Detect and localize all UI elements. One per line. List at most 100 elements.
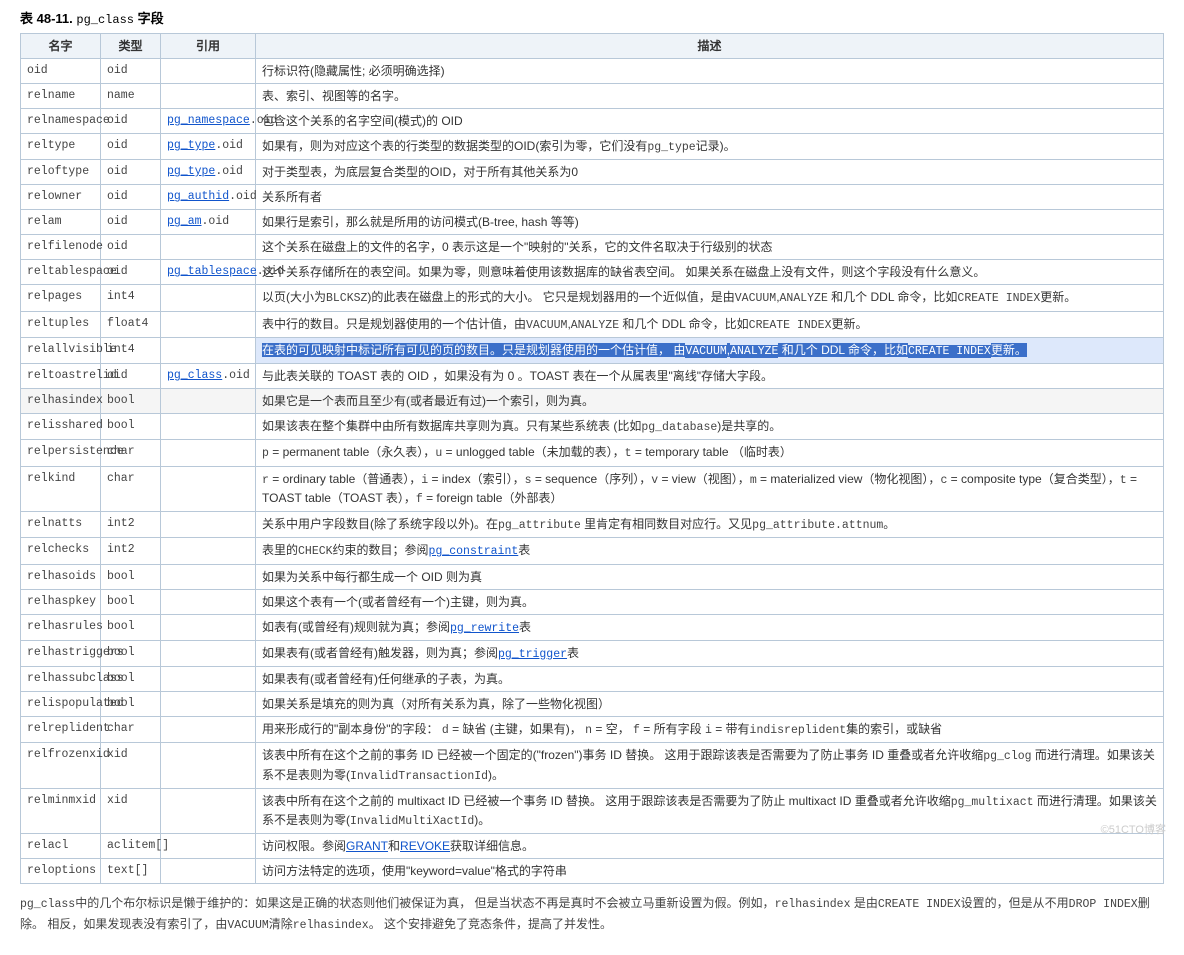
cell-desc: 用来形成行的"副本身份"的字段： d = 缺省 (主键，如果有)， n = 空，… xyxy=(256,717,1164,743)
cell-ref xyxy=(161,389,256,414)
cell-ref xyxy=(161,84,256,109)
table-row: relaclaclitem[]访问权限。参阅GRANT和REVOKE获取详细信息… xyxy=(21,834,1164,859)
cell-name: reltype xyxy=(21,134,101,160)
cell-name: relispopulated xyxy=(21,692,101,717)
ref-link[interactable]: pg_namespace xyxy=(167,114,250,127)
cell-type: bool xyxy=(101,589,161,614)
cell-type: aclitem[] xyxy=(101,834,161,859)
cell-ref: pg_type.oid xyxy=(161,134,256,160)
cell-type: int2 xyxy=(101,512,161,538)
cell-ref xyxy=(161,614,256,640)
cell-ref xyxy=(161,414,256,440)
link-pg_rewrite[interactable]: pg_rewrite xyxy=(450,622,519,635)
cell-ref xyxy=(161,743,256,789)
cell-type: int4 xyxy=(101,337,161,363)
cell-name: relhasrules xyxy=(21,614,101,640)
cell-name: relpages xyxy=(21,285,101,311)
cell-desc: 行标识符(隐藏属性; 必须明确选择) xyxy=(256,59,1164,84)
cell-ref: pg_class.oid xyxy=(161,364,256,389)
table-row: reloftypeoidpg_type.oid对于类型表，为底层复合类型的OID… xyxy=(21,160,1164,185)
table-row: relhasrulesbool如表有(或曾经有)规则就为真；参阅pg_rewri… xyxy=(21,614,1164,640)
cell-desc: 表中行的数目。只是规划器使用的一个估计值，由VACUUM,ANALYZE 和几个… xyxy=(256,311,1164,337)
ref-link[interactable]: pg_class xyxy=(167,369,222,382)
cell-name: relpersistence xyxy=(21,440,101,466)
cell-desc: 包含这个关系的名字空间(模式)的 OID xyxy=(256,109,1164,134)
cell-desc: 以页(大小为BLCKSZ)的此表在磁盘上的形式的大小。 它只是规划器用的一个近似… xyxy=(256,285,1164,311)
table-row: relhassubclassbool如果表有(或者曾经有)任何继承的子表，为真。 xyxy=(21,667,1164,692)
cell-name: relchecks xyxy=(21,538,101,564)
table-row: reltablespaceoidpg_tablespace.oid这个关系存储所… xyxy=(21,260,1164,285)
cell-type: bool xyxy=(101,640,161,666)
cell-name: relkind xyxy=(21,466,101,512)
table-row: relfrozenxidxid该表中所有在这个之前的事务 ID 已经被一个固定的… xyxy=(21,743,1164,789)
cell-ref xyxy=(161,589,256,614)
cell-desc: 访问方法特定的选项，使用"keyword=value"格式的字符串 xyxy=(256,859,1164,884)
cell-ref xyxy=(161,235,256,260)
cell-type: bool xyxy=(101,692,161,717)
cell-ref: pg_tablespace.oid xyxy=(161,260,256,285)
table-row: relamoidpg_am.oid如果行是索引，那么就是所用的访问模式(B-tr… xyxy=(21,210,1164,235)
table-row: relpersistencecharp = permanent table（永久… xyxy=(21,440,1164,466)
cell-name: reloftype xyxy=(21,160,101,185)
ref-link[interactable]: pg_type xyxy=(167,165,215,178)
cell-desc: 访问权限。参阅GRANT和REVOKE获取详细信息。 xyxy=(256,834,1164,859)
cell-type: char xyxy=(101,440,161,466)
ref-link[interactable]: pg_authid xyxy=(167,190,229,203)
col-header-desc: 描述 xyxy=(256,34,1164,59)
table-row: relhasoidsbool 如果为关系中每行都生成一个 OID 则为真 xyxy=(21,564,1164,589)
cell-desc: r = ordinary table（普通表），i = index（索引），s … xyxy=(256,466,1164,512)
table-row: relpagesint4以页(大小为BLCKSZ)的此表在磁盘上的形式的大小。 … xyxy=(21,285,1164,311)
ref-link[interactable]: pg_tablespace xyxy=(167,265,257,278)
cell-ref xyxy=(161,788,256,834)
cell-desc: 如果为关系中每行都生成一个 OID 则为真 xyxy=(256,564,1164,589)
cell-desc: 如果有，则为对应这个表的行类型的数据类型的OID(索引为零，它们没有pg_typ… xyxy=(256,134,1164,160)
cell-ref: pg_namespace.oid xyxy=(161,109,256,134)
cell-desc: 如表有(或曾经有)规则就为真；参阅pg_rewrite表 xyxy=(256,614,1164,640)
cell-ref xyxy=(161,834,256,859)
cell-type: char xyxy=(101,717,161,743)
cell-desc: 如果该表在整个集群中由所有数据库共享则为真。只有某些系统表 (比如pg_data… xyxy=(256,414,1164,440)
table-row: relchecksint2表里的CHECK约束的数目；参阅pg_constrai… xyxy=(21,538,1164,564)
cell-ref xyxy=(161,59,256,84)
cell-type: xid xyxy=(101,788,161,834)
table-header-row: 名字 类型 引用 描述 xyxy=(21,34,1164,59)
link-pg_trigger[interactable]: pg_trigger xyxy=(498,648,567,661)
ref-link[interactable]: pg_am xyxy=(167,215,202,228)
cell-type: oid xyxy=(101,185,161,210)
link-pg_constraint[interactable]: pg_constraint xyxy=(429,545,519,558)
link-REVOKE[interactable]: REVOKE xyxy=(400,839,450,853)
cell-ref: pg_type.oid xyxy=(161,160,256,185)
cell-type: oid xyxy=(101,109,161,134)
col-header-ref: 引用 xyxy=(161,34,256,59)
table-row: relowneroidpg_authid.oid关系所有者 xyxy=(21,185,1164,210)
ref-link[interactable]: pg_type xyxy=(167,139,215,152)
cell-ref xyxy=(161,466,256,512)
cell-ref xyxy=(161,311,256,337)
cell-type: bool xyxy=(101,564,161,589)
table-row: relispopulatedbool如果关系是填充的则为真（对所有关系为真，除了… xyxy=(21,692,1164,717)
cell-type: text[] xyxy=(101,859,161,884)
cell-type: oid xyxy=(101,210,161,235)
cell-desc: 对于类型表，为底层复合类型的OID，对于所有其他关系为0 xyxy=(256,160,1164,185)
cell-name: relhassubclass xyxy=(21,667,101,692)
watermark: ©51CTO博客 xyxy=(1101,821,1166,837)
table-row: relhasindexbool如果它是一个表而且至少有(或者最近有过)一个索引，… xyxy=(21,389,1164,414)
cell-type: name xyxy=(101,84,161,109)
col-header-name: 名字 xyxy=(21,34,101,59)
cell-ref xyxy=(161,440,256,466)
cell-desc: 如果行是索引，那么就是所用的访问模式(B-tree, hash 等等) xyxy=(256,210,1164,235)
table-row: relnamespaceoidpg_namespace.oid包含这个关系的名字… xyxy=(21,109,1164,134)
cell-name: reloptions xyxy=(21,859,101,884)
cell-desc: 表里的CHECK约束的数目；参阅pg_constraint表 xyxy=(256,538,1164,564)
cell-desc: 关系中用户字段数目(除了系统字段以外)。在pg_attribute 里肯定有相同… xyxy=(256,512,1164,538)
cell-name: relnamespace xyxy=(21,109,101,134)
cell-name: relallvisible xyxy=(21,337,101,363)
cell-ref xyxy=(161,538,256,564)
table-row: relhastriggersbool如果表有(或者曾经有)触发器，则为真；参阅p… xyxy=(21,640,1164,666)
cell-name: relhasoids xyxy=(21,564,101,589)
cell-name: reltablespace xyxy=(21,260,101,285)
cell-name: relisshared xyxy=(21,414,101,440)
title-prefix: 表 48-11. xyxy=(20,11,76,26)
link-GRANT[interactable]: GRANT xyxy=(346,839,388,853)
cell-ref xyxy=(161,640,256,666)
